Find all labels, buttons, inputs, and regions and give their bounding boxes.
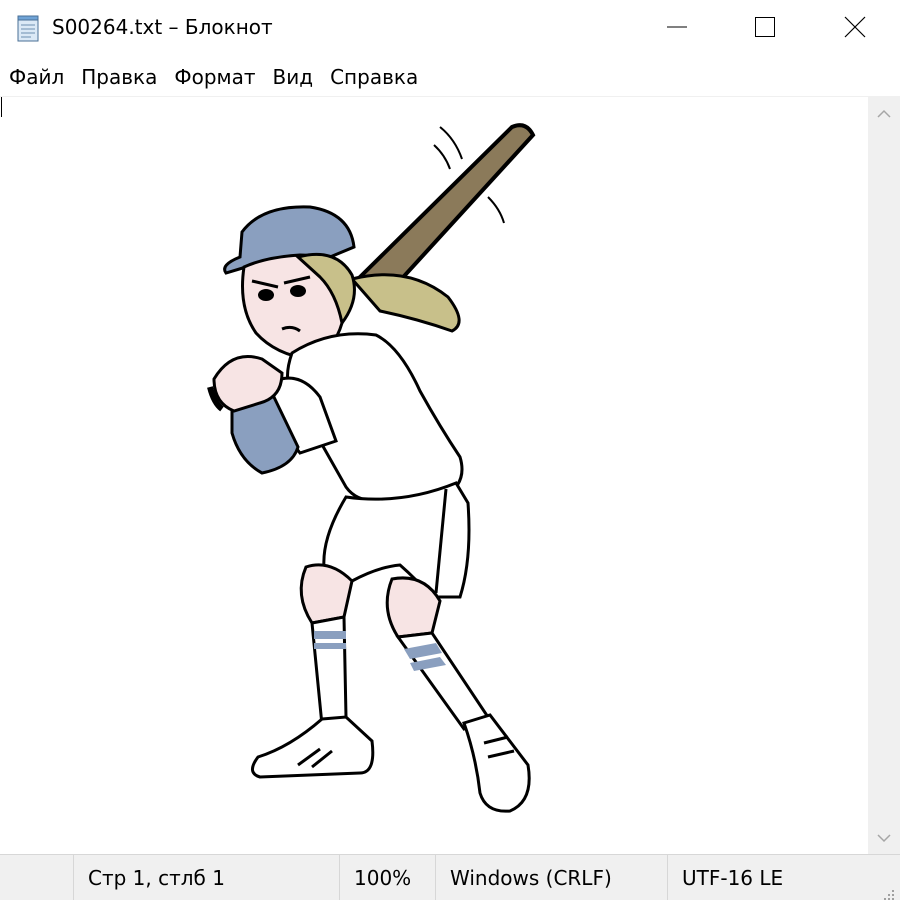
maximize-button[interactable] — [720, 0, 810, 58]
minimize-icon — [666, 16, 688, 42]
title-bar[interactable]: S00264.txt – Блокнот — [0, 0, 900, 58]
notepad-icon — [16, 14, 42, 42]
menu-help[interactable]: Справка — [321, 58, 426, 96]
status-encoding: UTF-16 LE — [667, 855, 900, 900]
chevron-down-icon — [876, 828, 892, 847]
close-icon — [844, 16, 866, 42]
minimize-button[interactable] — [632, 0, 722, 58]
close-button[interactable] — [810, 0, 900, 58]
menu-bar: Файл Правка Формат Вид Справка — [0, 58, 900, 96]
status-cursor-position: Стр 1, стлб 1 — [73, 855, 339, 900]
baseball-batter-art — [207, 123, 536, 813]
status-zoom: 100% — [339, 855, 435, 900]
maximize-icon — [754, 16, 776, 42]
notepad-window: S00264.txt – Блокнот Файл Правка Формат … — [0, 0, 900, 900]
text-edit-area[interactable] — [0, 96, 868, 855]
window-title: S00264.txt – Блокнот — [52, 15, 273, 39]
menu-edit[interactable]: Правка — [72, 58, 165, 96]
menu-view[interactable]: Вид — [264, 58, 322, 96]
menu-file[interactable]: Файл — [0, 58, 72, 96]
scroll-down-button[interactable] — [868, 820, 900, 854]
status-bar: Стр 1, стлб 1 100% Windows (CRLF) UTF-16… — [0, 854, 900, 900]
bat-shape — [356, 123, 536, 300]
resize-grip-icon[interactable] — [882, 883, 896, 900]
status-line-endings: Windows (CRLF) — [435, 855, 667, 900]
chevron-up-icon — [876, 104, 892, 123]
vertical-scrollbar[interactable] — [868, 96, 900, 854]
menu-format[interactable]: Формат — [165, 58, 263, 96]
scroll-up-button[interactable] — [868, 96, 900, 130]
